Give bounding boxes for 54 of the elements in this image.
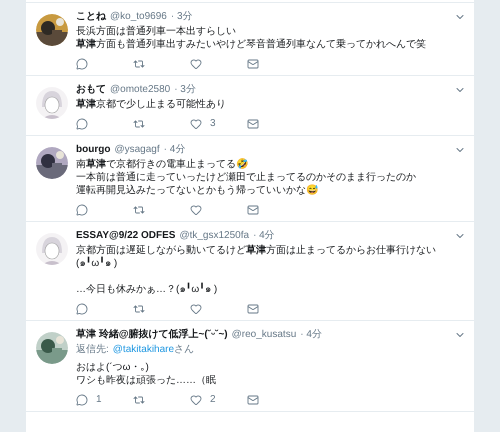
count: 2 <box>210 394 216 406</box>
tweet-text-line: ワシも昨夜は頑張った……（眠 <box>76 374 217 387</box>
envelope-icon <box>247 58 259 70</box>
timestamp[interactable]: · 4分 <box>300 328 322 342</box>
user-handle[interactable]: @reo_kusatsu <box>232 328 296 342</box>
heart-icon <box>190 58 202 70</box>
user-handle[interactable]: @ko_to9696 <box>110 10 167 24</box>
reply-label: 返信先: <box>76 343 109 357</box>
user-name[interactable]: ESSAY@9/22 ODFES <box>76 229 176 243</box>
tweet-text-line: 草津京都で少し止まる可能性あり <box>76 98 227 111</box>
count: 1 <box>96 394 102 406</box>
speech-bubble-icon <box>76 394 88 406</box>
like-button[interactable]: 2 <box>190 394 247 406</box>
heart-icon <box>190 303 202 315</box>
tweet-text-line: 草津方面も普通列車出すみたいやけど琴音普通列車なんて乗ってかれへんで笑 <box>76 38 427 51</box>
user-handle[interactable]: @omote2580 <box>110 83 170 97</box>
tweet-text-line: 運転再開見込みたってないとかもう帰っていいかな😅 <box>76 184 319 197</box>
repeat-arrows-icon <box>133 303 145 315</box>
tweet-text-line: …今日も休みかぁ…？(๑╹ω╹๑ ) <box>76 283 218 296</box>
count: 3 <box>210 118 216 130</box>
reply-button[interactable]: 1 <box>76 394 133 406</box>
tweet-text-line: 長浜方面は普通列車一本出すらしい <box>76 25 237 38</box>
user-handle[interactable]: @tk_gsx1250fa <box>179 229 250 243</box>
envelope-icon <box>247 303 259 315</box>
tweet-text-line: 一本前は普通に走っていったけど瀬田で止まってるのかそのまま行ったのか <box>76 171 417 184</box>
repeat-arrows-icon <box>133 118 145 130</box>
user-name[interactable]: おもて <box>76 83 106 97</box>
repeat-arrows-icon <box>133 204 145 216</box>
envelope-icon <box>247 204 259 216</box>
tweet-text-line: 京都方面は遅延しながら動いてるけど草津方面は止まってるからお仕事行けない(๑╹ω╹๑ ) <box>76 244 437 270</box>
heart-icon <box>190 204 202 216</box>
speech-bubble-icon <box>76 303 88 315</box>
repeat-arrows-icon <box>133 394 145 406</box>
user-name[interactable]: 草津 玲緒@腑抜けて低浮上~(˘ᵕ˘~) <box>76 328 228 342</box>
tweet-text-line: おはよ(´つω・｡) <box>76 361 150 374</box>
timestamp[interactable]: · 4分 <box>164 143 186 157</box>
reply-suffix: さん <box>174 343 194 357</box>
user-name[interactable]: ことね <box>76 10 106 24</box>
envelope-icon <box>247 394 259 406</box>
repeat-arrows-icon <box>133 58 145 70</box>
envelope-icon <box>247 118 259 130</box>
heart-icon <box>190 394 202 406</box>
like-button[interactable]: 3 <box>190 118 247 130</box>
timestamp[interactable]: · 4分 <box>253 229 275 243</box>
heart-icon <box>190 118 202 130</box>
timestamp[interactable]: · 3分 <box>174 83 196 97</box>
speech-bubble-icon <box>76 58 88 70</box>
tweet-text-line: 南草津で京都行きの電車止まってる🤣 <box>76 158 249 171</box>
user-name[interactable]: bourgo <box>76 143 110 157</box>
speech-bubble-icon <box>76 204 88 216</box>
speech-bubble-icon <box>76 118 88 130</box>
user-handle[interactable]: @ysagagf <box>114 143 160 157</box>
timestamp[interactable]: · 3分 <box>170 10 193 24</box>
reply-link[interactable]: @takitakihare <box>112 343 174 357</box>
